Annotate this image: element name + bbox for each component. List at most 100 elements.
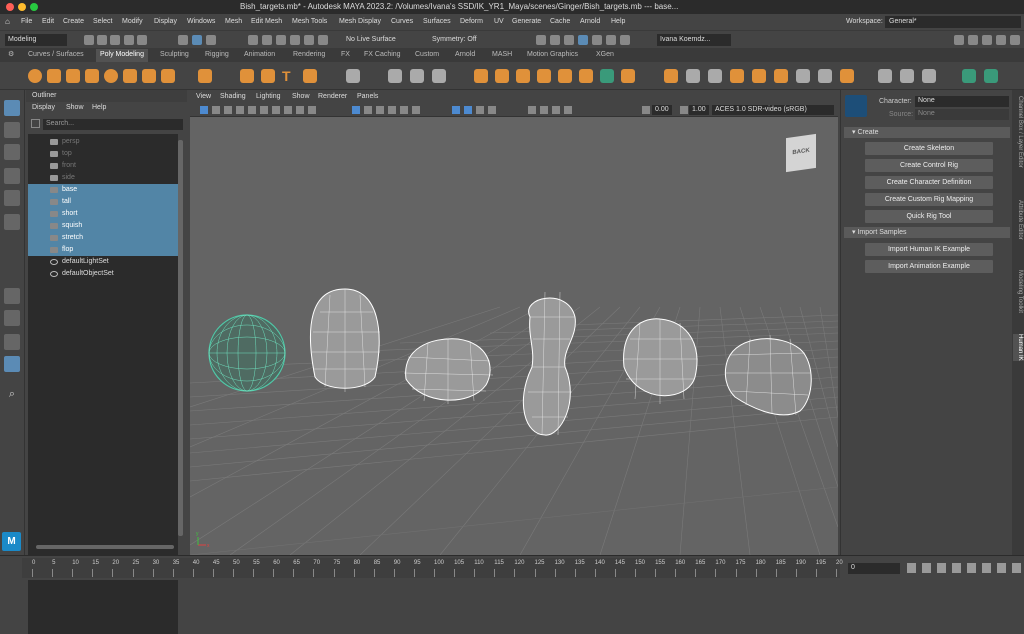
poly-type-icon[interactable] <box>261 69 275 83</box>
combine-icon[interactable] <box>346 69 360 83</box>
current-frame-field[interactable]: 0 <box>848 563 900 574</box>
snap-view-icon[interactable] <box>290 35 300 45</box>
svg-tool-icon[interactable] <box>303 69 317 83</box>
poly-cube-icon[interactable] <box>47 69 61 83</box>
xray-joints-icon[interactable] <box>476 106 484 114</box>
create-custom-rig-mapping-button[interactable]: Create Custom Rig Mapping <box>865 193 993 206</box>
select-camera-icon[interactable] <box>200 106 208 114</box>
menu-edit-mesh[interactable]: Edit Mesh <box>251 18 282 25</box>
unfold-icon[interactable] <box>774 69 788 83</box>
resolution-gate-icon[interactable] <box>296 106 304 114</box>
outliner-item-stretch[interactable]: stretch <box>28 232 178 244</box>
mesh-short[interactable] <box>403 338 494 404</box>
outliner-item-default-light-set[interactable]: defaultLightSet <box>28 256 178 268</box>
render-view-icon[interactable] <box>592 35 602 45</box>
outliner-item-default-object-set[interactable]: defaultObjectSet <box>28 268 178 280</box>
outliner-item-short[interactable]: short <box>28 208 178 220</box>
hypershade-icon[interactable] <box>578 35 588 45</box>
save-scene-icon[interactable] <box>110 35 120 45</box>
menu-mesh-display[interactable]: Mesh Display <box>339 18 381 25</box>
outliner-scrollbar[interactable] <box>178 140 183 536</box>
menu-curves[interactable]: Curves <box>391 18 413 25</box>
tab-mash[interactable]: MASH <box>488 49 516 62</box>
platonic-solid-icon[interactable] <box>161 69 175 83</box>
viewport-menu-renderer[interactable]: Renderer <box>318 93 347 100</box>
tab-modeling-toolkit[interactable]: Modeling Toolkit <box>1013 270 1023 313</box>
outliner-item-base[interactable]: base <box>28 184 178 196</box>
tab-custom[interactable]: Custom <box>411 49 443 62</box>
cylindrical-map-icon[interactable] <box>730 69 744 83</box>
search-icon[interactable]: ⌕ <box>4 386 20 402</box>
safe-action-icon[interactable] <box>308 106 316 114</box>
mesh-tall[interactable] <box>310 288 380 392</box>
spherical-map-icon[interactable] <box>752 69 766 83</box>
menu-file[interactable]: File <box>21 18 32 25</box>
depth-of-field-icon[interactable] <box>564 106 572 114</box>
snap-point-icon[interactable] <box>276 35 286 45</box>
outliner-menu-show[interactable]: Show <box>66 104 84 111</box>
grid-toggle-icon[interactable] <box>272 106 280 114</box>
user-account-button[interactable]: Ivana Koemdz... <box>657 34 731 46</box>
tab-curves-surfaces[interactable]: Curves / Surfaces <box>24 49 88 62</box>
menu-modify[interactable]: Modify <box>122 18 143 25</box>
outliner-item-side[interactable]: side <box>28 172 178 184</box>
two-d-pan-zoom-icon[interactable] <box>248 106 256 114</box>
sew-uv-icon[interactable] <box>840 69 854 83</box>
uv-editor-icon[interactable] <box>664 69 678 83</box>
create-character-definition-button[interactable]: Create Character Definition <box>865 176 993 189</box>
menu-edit[interactable]: Edit <box>42 18 54 25</box>
lasso-tool-icon[interactable] <box>4 122 20 138</box>
minimize-window-button[interactable] <box>18 3 26 11</box>
select-object-icon[interactable] <box>192 35 202 45</box>
poly-sphere-icon[interactable] <box>28 69 42 83</box>
arnold-render-icon[interactable] <box>606 35 616 45</box>
tab-fx-caching[interactable]: FX Caching <box>360 49 405 62</box>
new-scene-icon[interactable] <box>84 35 94 45</box>
viewport-menu-view[interactable]: View <box>196 93 211 100</box>
menu-create[interactable]: Create <box>63 18 84 25</box>
bounding-box-icon[interactable] <box>900 69 914 83</box>
smooth-shade-icon[interactable] <box>364 106 372 114</box>
import-human-ik-example-button[interactable]: Import Human IK Example <box>865 243 993 256</box>
mesh-base[interactable] <box>208 314 286 392</box>
select-hierarchy-icon[interactable] <box>178 35 188 45</box>
viewcube[interactable]: BACK <box>786 133 816 173</box>
tab-motion-graphics[interactable]: Motion Graphics <box>523 49 582 62</box>
two-pane-layout-icon[interactable] <box>4 334 20 350</box>
live-surface-label[interactable]: No Live Surface <box>346 36 396 43</box>
redo-icon[interactable] <box>137 35 147 45</box>
menu-generate[interactable]: Generate <box>512 18 541 25</box>
textured-icon[interactable] <box>388 106 396 114</box>
move-tool-icon[interactable] <box>4 168 20 184</box>
toggle-attribute-editor-icon[interactable] <box>968 35 978 45</box>
menu-cache[interactable]: Cache <box>550 18 570 25</box>
viewport-panel[interactable]: View Shading Lighting Show Renderer Pane… <box>190 90 838 555</box>
isolate-select-icon[interactable] <box>452 106 460 114</box>
text-tool-icon[interactable]: T <box>282 69 296 83</box>
tab-rigging[interactable]: Rigging <box>201 49 233 62</box>
menu-arnold[interactable]: Arnold <box>580 18 600 25</box>
tab-animation[interactable]: Animation <box>240 49 279 62</box>
exposure-value-field[interactable]: 0.00 <box>652 105 672 115</box>
edge-flow-icon[interactable] <box>922 69 936 83</box>
snap-grid-icon[interactable] <box>248 35 258 45</box>
poly-plane-icon[interactable] <box>123 69 137 83</box>
ambient-occlusion-icon[interactable] <box>528 106 536 114</box>
outliner-horizontal-scrollbar[interactable] <box>36 545 174 549</box>
create-skeleton-button[interactable]: Create Skeleton <box>865 142 993 155</box>
menu-select[interactable]: Select <box>93 18 112 25</box>
undo-icon[interactable] <box>124 35 134 45</box>
play-backward-icon[interactable] <box>952 563 961 573</box>
image-plane-icon[interactable] <box>236 106 244 114</box>
poly-cone-icon[interactable] <box>85 69 99 83</box>
menu-display[interactable]: Display <box>154 18 177 25</box>
tab-attribute-editor[interactable]: Attribute Editor <box>1013 200 1023 240</box>
import-animation-example-button[interactable]: Import Animation Example <box>865 260 993 273</box>
snap-curve-icon[interactable] <box>262 35 272 45</box>
menu-windows[interactable]: Windows <box>187 18 215 25</box>
multi-cut-icon[interactable] <box>600 69 614 83</box>
layout-uv-icon[interactable] <box>796 69 810 83</box>
viewport-menu-show[interactable]: Show <box>292 93 310 100</box>
outliner-layout-icon[interactable] <box>4 356 20 372</box>
menu-set-select[interactable]: Modeling <box>5 34 67 46</box>
